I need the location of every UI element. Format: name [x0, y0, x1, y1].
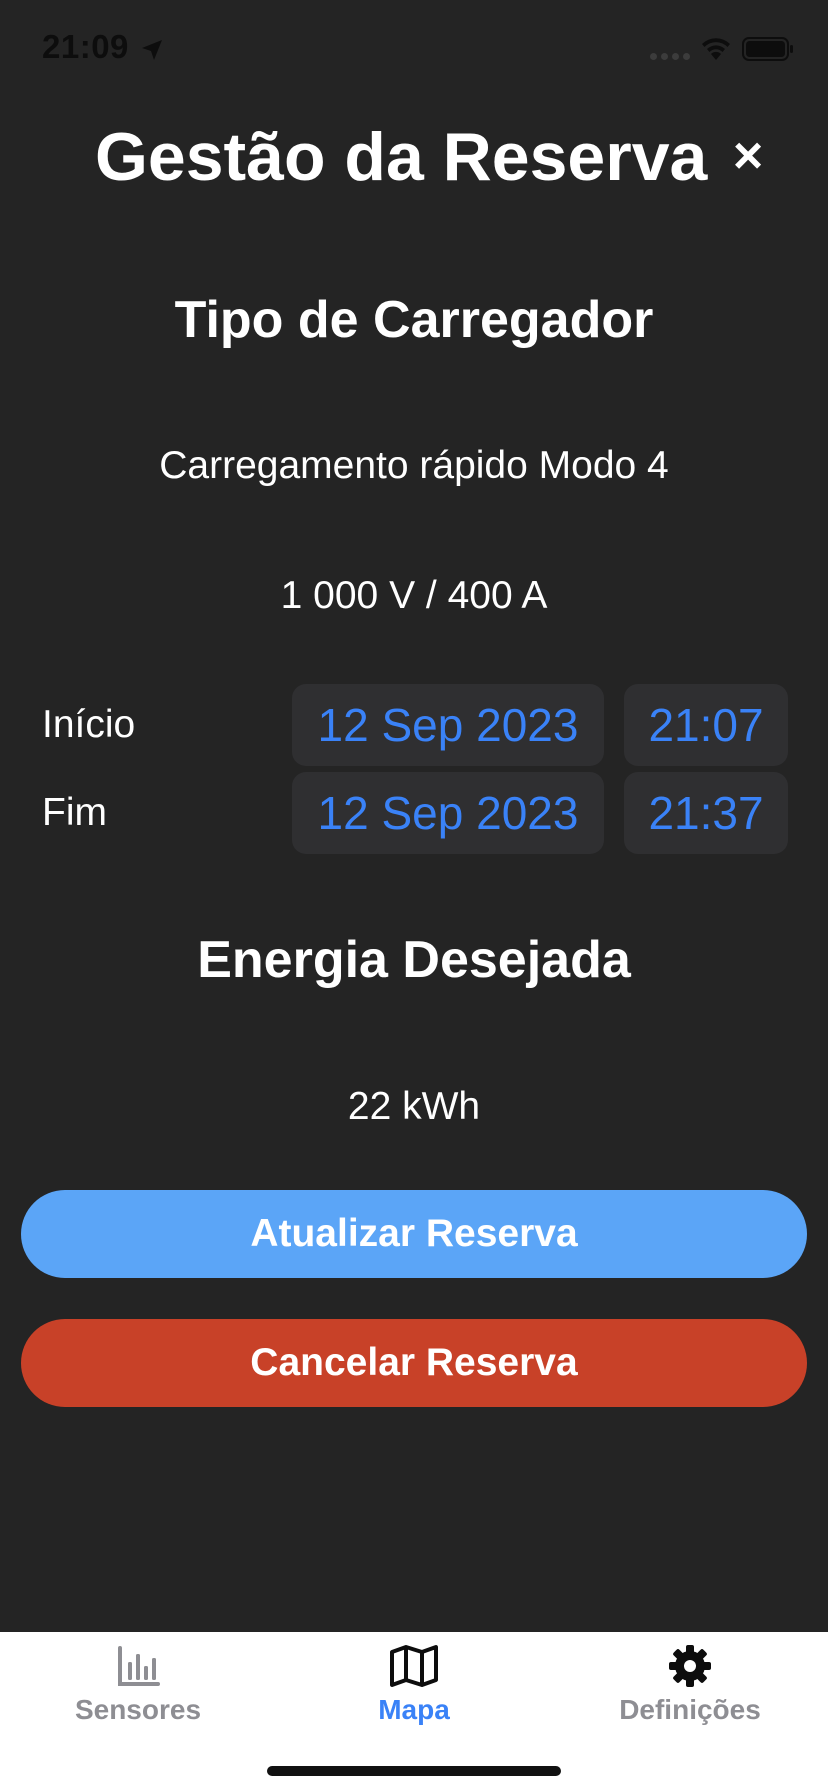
end-label: Fim — [42, 791, 107, 834]
update-reservation-label: Atualizar Reserva — [250, 1212, 578, 1255]
energy-value: 22 kWh — [347, 1085, 481, 1128]
start-time-value: 21:07 — [648, 699, 764, 751]
energy-section-title: Energia Desejada — [197, 931, 631, 989]
location-arrow-icon — [142, 40, 162, 60]
start-date-value: 12 Sep 2023 — [317, 699, 579, 751]
charger-section-title: Tipo de Carregador — [174, 291, 654, 349]
end-date-picker[interactable]: 12 Sep 2023 — [292, 772, 604, 854]
charger-spec: 1 000 V / 400 A — [280, 574, 548, 617]
tab-definicoes[interactable]: Definições — [552, 1632, 828, 1742]
bar-chart-icon — [118, 1646, 160, 1686]
tab-sensores-label: Sensores — [74, 1694, 202, 1725]
home-indicator — [267, 1766, 561, 1776]
tab-definicoes-label: Definições — [619, 1694, 761, 1725]
start-label: Início — [42, 703, 136, 746]
close-button[interactable]: × — [728, 126, 768, 186]
tab-sensores[interactable]: Sensores — [0, 1632, 276, 1742]
wifi-icon — [702, 38, 730, 60]
cellular-signal-icon — [650, 53, 690, 60]
start-time-picker[interactable]: 21:07 — [624, 684, 788, 766]
update-reservation-button[interactable]: Atualizar Reserva — [21, 1190, 807, 1278]
map-icon — [390, 1645, 438, 1687]
charger-type: Carregamento rápido Modo 4 — [159, 444, 669, 487]
end-time-picker[interactable]: 21:37 — [624, 772, 788, 854]
tab-mapa[interactable]: Mapa — [276, 1632, 552, 1742]
start-date-picker[interactable]: 12 Sep 2023 — [292, 684, 604, 766]
status-time: 21:09 — [42, 28, 129, 65]
cancel-reservation-button[interactable]: Cancelar Reserva — [21, 1319, 807, 1407]
gear-icon — [669, 1645, 711, 1687]
battery-icon — [742, 37, 793, 61]
page-title: Gestão da Reserva — [95, 119, 708, 195]
cancel-reservation-label: Cancelar Reserva — [250, 1341, 578, 1384]
end-date-value: 12 Sep 2023 — [317, 787, 579, 839]
end-time-value: 21:37 — [648, 787, 764, 839]
tab-mapa-label: Mapa — [378, 1694, 450, 1725]
